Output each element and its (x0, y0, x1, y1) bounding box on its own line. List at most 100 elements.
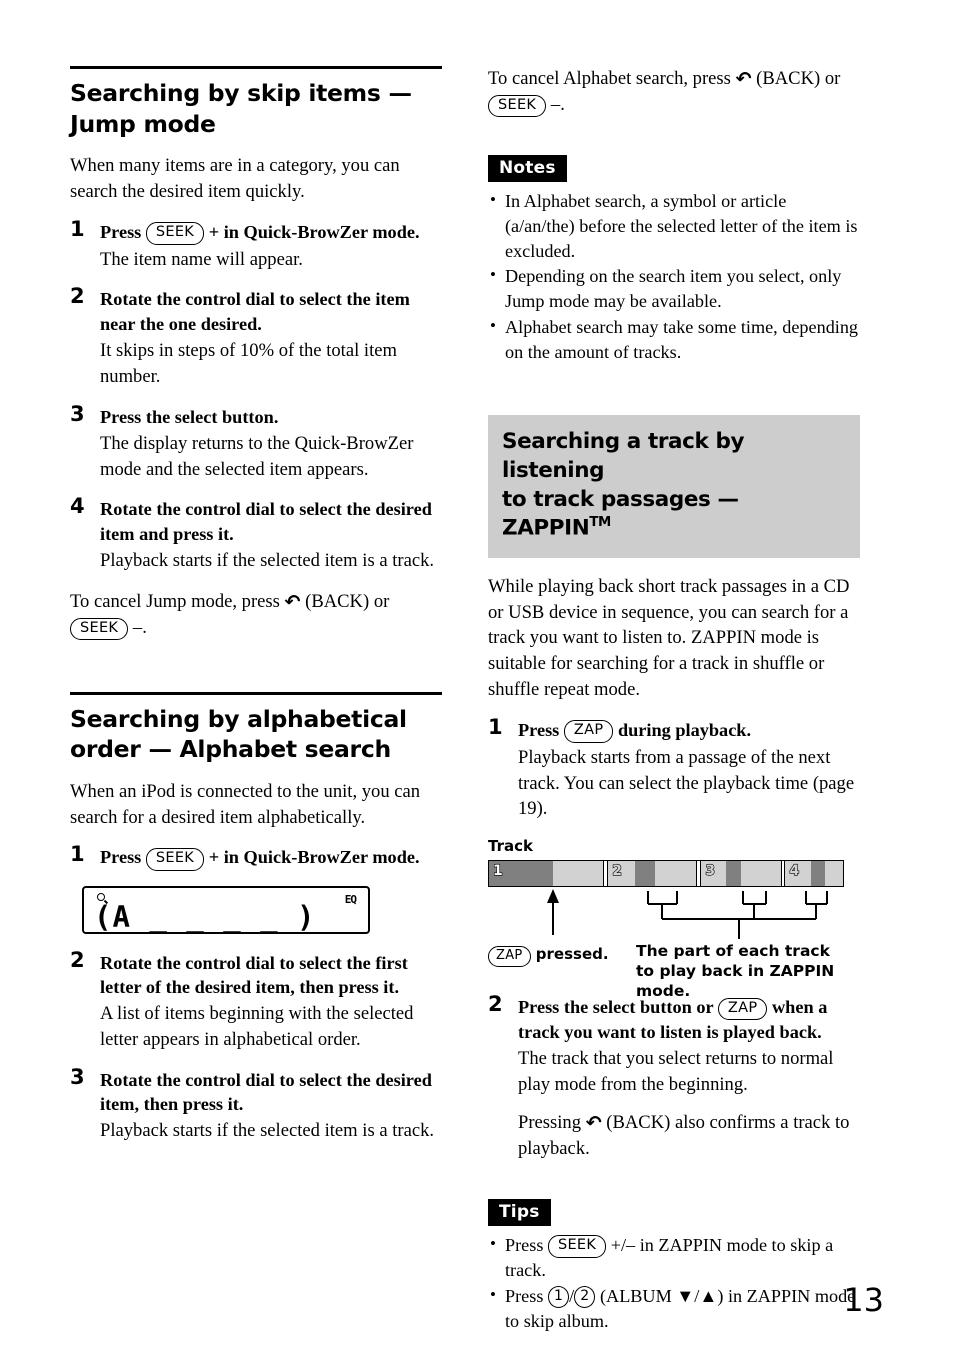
step-alpha-1: 1 Press SEEK + in Quick-BrowZer mode. (70, 842, 442, 871)
manual-page: Searching by skip items — Jump mode When… (0, 0, 954, 1352)
step-sub-back-confirm: Pressing ↶ (BACK) also confirms a track … (518, 1110, 860, 1162)
tip-pre: Press (505, 1285, 544, 1306)
step-lead-pre: Press (100, 221, 142, 242)
step-lead-pre: Press (100, 847, 142, 868)
step-number: 1 (70, 842, 85, 867)
section-rule (70, 66, 442, 69)
zappin-title-line1: Searching a track by listening (502, 429, 745, 483)
cancel-post: –. (132, 617, 147, 639)
back-arrow-icon: ↶ (735, 68, 752, 90)
track-segment-1-rest (553, 861, 604, 886)
step-sub: The track that you select returns to nor… (518, 1048, 834, 1096)
jump-mode-intro: When many items are in a category, you c… (70, 155, 400, 202)
step-sub: Playback starts if the selected item is … (100, 1120, 435, 1142)
step-zappin-1: 1 Press ZAP during playback. Playback st… (488, 714, 860, 822)
lcd-display-figure: EQ (A _ _ _ _ ) (70, 885, 442, 934)
step-lead-post: + in Quick-BrowZer mode. (208, 221, 420, 242)
gap (488, 1177, 860, 1199)
seek-key[interactable]: SEEK (547, 1235, 607, 1259)
back-arrow-icon: ↶ (585, 1111, 602, 1134)
track-segment-3-rest (740, 861, 781, 886)
track-caption: Track (488, 837, 533, 855)
step-number: 1 (70, 216, 85, 241)
zap-key[interactable]: ZAP (717, 997, 768, 1021)
page-title-zappin: Searching a track by listening to track p… (488, 415, 860, 558)
trademark-mark: TM (589, 515, 611, 531)
track-segment-4-playback (810, 861, 826, 886)
step-sub: Playback starts from a passage of the ne… (518, 746, 855, 820)
track-number-label: 1 (492, 862, 503, 879)
tips-label: Tips (488, 1198, 551, 1226)
step-lead: Press ZAP during playback. (518, 718, 860, 743)
step-lead: Rotate the control dial to select the it… (100, 289, 410, 334)
step-number: 1 (488, 714, 503, 739)
step-number: 3 (70, 401, 85, 426)
zap-pressed-caption: ZAP pressed. (488, 945, 609, 967)
seek-key[interactable]: SEEK (145, 222, 205, 245)
step-lead: Press the select button. (100, 406, 279, 427)
cancel-jump-mode-note: To cancel Jump mode, press ↶ (BACK) or S… (70, 589, 442, 641)
step-lead: Rotate the control dial to select the de… (100, 1069, 432, 1114)
step-number: 3 (70, 1064, 85, 1089)
lcd-segment-text: (A _ _ _ _ ) (94, 899, 316, 934)
lcd-panel: EQ (A _ _ _ _ ) (82, 885, 370, 934)
step-sub: The display returns to the Quick-BrowZer… (100, 432, 414, 480)
notes-list: In Alphabet search, a symbol or article … (488, 188, 860, 365)
zap-key[interactable]: ZAP (488, 946, 531, 967)
track-segment-2-rest (654, 861, 697, 886)
seek-key[interactable]: SEEK (145, 847, 205, 871)
seek-key[interactable]: SEEK (70, 617, 129, 641)
step-zappin-2: 2 Press the select button or ZAP when a … (488, 992, 860, 1162)
step-number: 4 (70, 494, 85, 519)
track-segment-4-rest (825, 861, 843, 886)
page-number: 13 (843, 1281, 884, 1319)
tip-pre: Press (505, 1234, 544, 1255)
track-segment-2-playback (635, 861, 655, 886)
page-title-alphabet-search: Searching by alphabetical order — Alphab… (70, 704, 407, 764)
album-up-key[interactable]: 2 (574, 1286, 596, 1309)
track-segment-1-playback: 1 (489, 861, 554, 886)
seek-key[interactable]: SEEK (488, 94, 547, 118)
step-jump-3: 3 Press the select button. The display r… (70, 401, 442, 483)
back-arrow-icon: ↶ (284, 590, 301, 613)
step-sub: The item name will appear. (100, 248, 303, 270)
playback-part-caption: The part of each track to play back in Z… (636, 942, 835, 1001)
track-number-label: 3 (705, 862, 716, 879)
step-lead-post: during playback. (617, 719, 752, 740)
step-jump-1: 1 Press SEEK + in Quick-BrowZer mode. Th… (70, 216, 442, 273)
list-item: Alphabet search may take some time, depe… (488, 314, 860, 365)
step-sub: A list of items beginning with the selec… (100, 1003, 414, 1050)
step-lead: Press SEEK + in Quick-BrowZer mode. (100, 220, 442, 245)
list-item: In Alphabet search, a symbol or article … (488, 188, 860, 263)
step-lead-pre: Press the select button or (518, 997, 714, 1017)
page-title-jump-mode: Searching by skip items — Jump mode (70, 79, 412, 138)
track-segment-2-head: 2 (608, 861, 636, 886)
step-alpha-2: 2 Rotate the control dial to select the … (70, 947, 442, 1053)
track-segment-4-head: 4 (785, 861, 811, 886)
sub2-pre: Pressing (518, 1111, 582, 1133)
zappin-track-diagram: Track 1 2 3 4 ZAP pressed. The part of e… (488, 837, 860, 1000)
step-number: 2 (488, 992, 503, 1016)
list-item: Press SEEK +/– in ZAPPIN mode to skip a … (488, 1232, 860, 1283)
zap-pressed-text: pressed. (535, 945, 609, 963)
gap (488, 133, 860, 155)
track-segment-3-head: 3 (701, 861, 726, 886)
step-sub: Playback starts if the selected item is … (100, 550, 435, 572)
step-jump-2: 2 Rotate the control dial to select the … (70, 284, 442, 389)
album-down-key[interactable]: 1 (547, 1286, 570, 1309)
step-number: 2 (70, 947, 85, 972)
step-alpha-3: 3 Rotate the control dial to select the … (70, 1064, 442, 1144)
cancel-mid: (BACK) or (305, 590, 390, 612)
track-number-label: 2 (612, 862, 623, 879)
step-number: 2 (70, 284, 85, 309)
step-lead-post: + in Quick-BrowZer mode. (208, 847, 420, 868)
notes-label: Notes (488, 155, 567, 183)
track-segment-3-playback (725, 861, 741, 886)
track-bar: 1 2 3 4 (488, 860, 844, 887)
zappin-intro: While playing back short track passages … (488, 575, 850, 700)
zappin-title-line2: to track passages — ZAPPIN (502, 486, 739, 541)
cancel-pre: To cancel Alphabet search, press (488, 68, 731, 89)
cancel-post: –. (550, 94, 565, 116)
zap-key[interactable]: ZAP (563, 720, 614, 743)
